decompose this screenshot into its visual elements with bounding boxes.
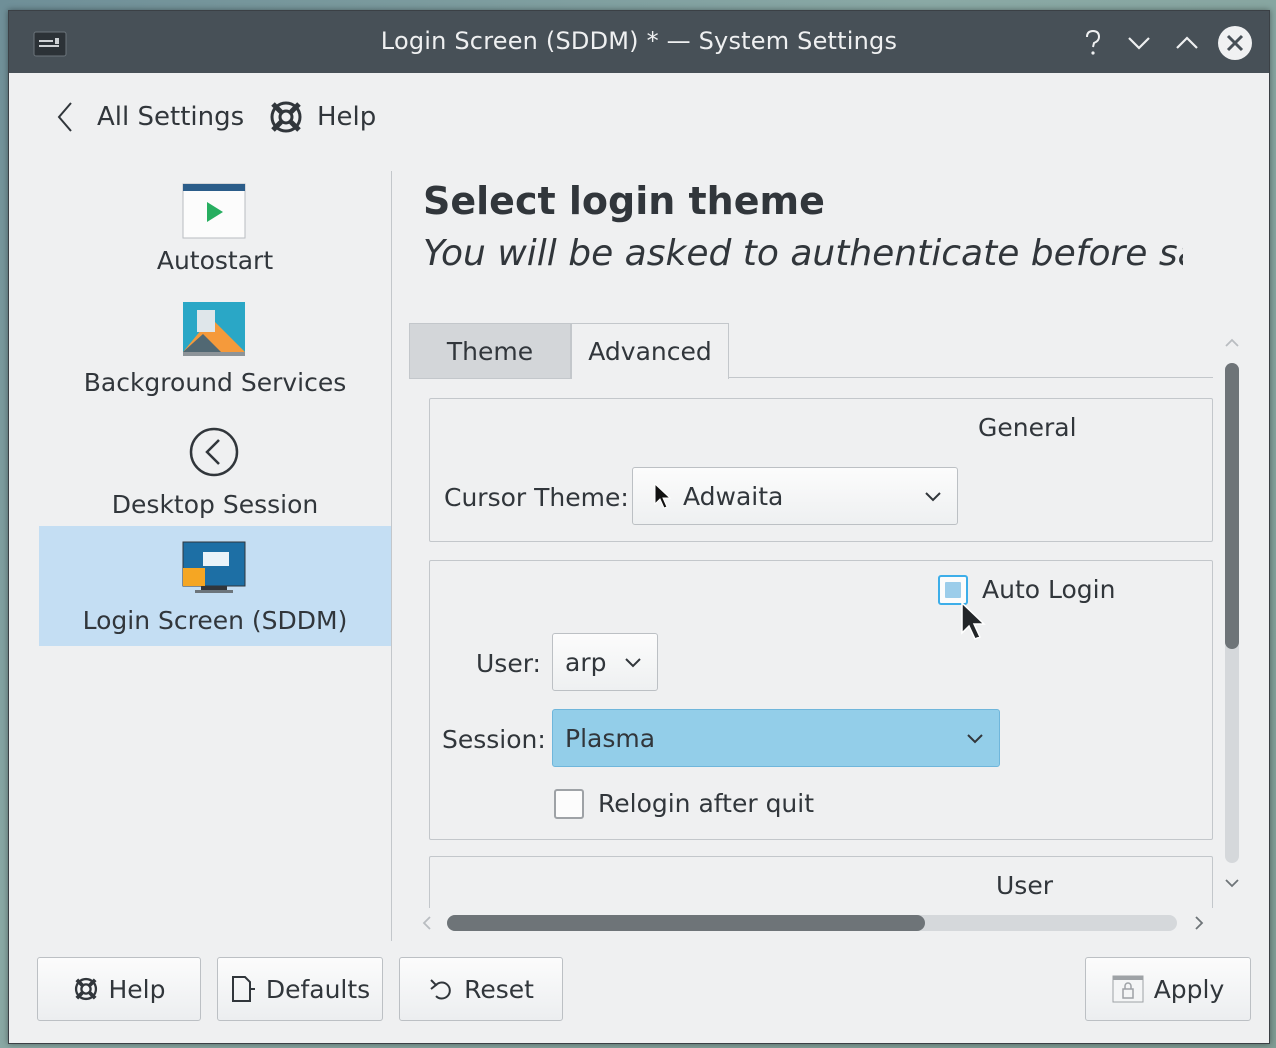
vertical-scrollbar[interactable] <box>1217 333 1247 893</box>
sidebar-item-background-services[interactable]: Background Services <box>39 288 391 408</box>
relogin-label[interactable]: Relogin after quit <box>598 789 814 818</box>
sidebar-item-desktop-session[interactable]: Desktop Session <box>39 410 391 530</box>
sidebar-item-label: Autostart <box>156 246 274 275</box>
sidebar-item-label: Desktop Session <box>111 490 319 519</box>
defaults-button[interactable]: Defaults <box>217 957 383 1021</box>
cursor-arrow-icon <box>654 482 672 509</box>
defaults-label: Defaults <box>265 974 371 1004</box>
tab-advanced[interactable]: Advanced <box>571 323 729 379</box>
maximize-chevron-up-icon[interactable] <box>1169 25 1205 61</box>
apply-button[interactable]: Apply <box>1085 957 1251 1021</box>
help-question-icon[interactable] <box>1075 25 1111 61</box>
sidebar-item-autostart[interactable]: Autostart <box>39 166 391 286</box>
reset-button[interactable]: Reset <box>399 957 563 1021</box>
page-subtitle: You will be asked to authenticate before… <box>423 233 1183 274</box>
back-chevron-icon <box>57 102 72 132</box>
scroll-right-icon[interactable] <box>1189 913 1209 933</box>
vertical-scroll-thumb[interactable] <box>1225 363 1239 649</box>
apply-lock-icon <box>1112 975 1144 1003</box>
chevron-down-icon <box>625 658 641 668</box>
cursor-theme-label: Cursor Theme: <box>444 483 629 512</box>
autologin-group: Auto Login User: arp Session: Plasma Rel… <box>429 560 1213 840</box>
user-label: User: <box>476 649 541 678</box>
desktop-session-icon <box>189 427 239 477</box>
horizontal-scroll-thumb[interactable] <box>447 915 925 931</box>
chevron-down-icon <box>967 734 983 744</box>
cursor-theme-combo[interactable]: Adwaita <box>632 467 958 525</box>
footer-help-label: Help <box>108 974 166 1004</box>
navigation-bar: All Settings Help <box>9 73 1269 163</box>
autostart-icon <box>182 183 246 239</box>
user-value: arp <box>565 647 607 677</box>
all-settings-label: All Settings <box>97 102 245 132</box>
help-label: Help <box>317 102 377 132</box>
scroll-up-icon[interactable] <box>1222 333 1242 353</box>
help-button[interactable]: Help <box>269 97 376 137</box>
sidebar: Autostart Background Services Desktop Se… <box>39 166 391 936</box>
sidebar-item-login-screen[interactable]: Login Screen (SDDM) <box>39 526 391 646</box>
scroll-left-icon[interactable] <box>417 913 437 933</box>
chevron-down-icon <box>925 492 941 502</box>
user-combo[interactable]: arp <box>552 633 658 691</box>
reset-label: Reset <box>464 974 534 1004</box>
user-group-title: User <box>996 871 1053 900</box>
mouse-pointer-icon <box>961 601 986 640</box>
page-title: Select login theme <box>423 179 825 223</box>
undo-reset-icon <box>430 979 451 1000</box>
document-defaults-icon <box>231 976 255 1002</box>
scroll-down-icon[interactable] <box>1222 873 1242 893</box>
all-settings-button[interactable]: All Settings <box>53 97 244 137</box>
cursor-theme-value: Adwaita <box>683 481 784 511</box>
background-services-icon <box>183 302 245 356</box>
general-group-title: General <box>978 413 1077 442</box>
footer-help-button[interactable]: Help <box>37 957 201 1021</box>
lifebuoy-icon <box>270 101 302 133</box>
login-screen-icon <box>182 541 246 593</box>
minimize-chevron-down-icon[interactable] <box>1121 25 1157 61</box>
sidebar-item-label: Background Services <box>83 368 347 397</box>
apply-label: Apply <box>1153 974 1225 1004</box>
session-combo[interactable]: Plasma <box>552 709 1000 767</box>
advanced-tab-content: General Cursor Theme: Adwaita Auto Login… <box>409 378 1213 908</box>
sidebar-divider <box>391 171 392 941</box>
system-settings-window: Login Screen (SDDM) * — System Settings … <box>8 10 1270 1044</box>
session-label: Session: <box>442 725 546 754</box>
lifebuoy-icon <box>74 977 97 1001</box>
relogin-checkbox[interactable] <box>554 789 584 819</box>
title-bar[interactable]: Login Screen (SDDM) * — System Settings <box>9 11 1269 73</box>
auto-login-label[interactable]: Auto Login <box>982 575 1115 604</box>
tab-bar: Theme Advanced <box>409 323 1213 379</box>
user-group: User <box>429 856 1213 908</box>
general-group: General Cursor Theme: Adwaita <box>429 398 1213 542</box>
close-icon[interactable] <box>1217 25 1253 61</box>
sidebar-item-label: Login Screen (SDDM) <box>82 606 348 635</box>
tab-theme[interactable]: Theme <box>409 323 571 379</box>
horizontal-scrollbar[interactable] <box>417 909 1213 937</box>
session-value: Plasma <box>565 723 656 753</box>
